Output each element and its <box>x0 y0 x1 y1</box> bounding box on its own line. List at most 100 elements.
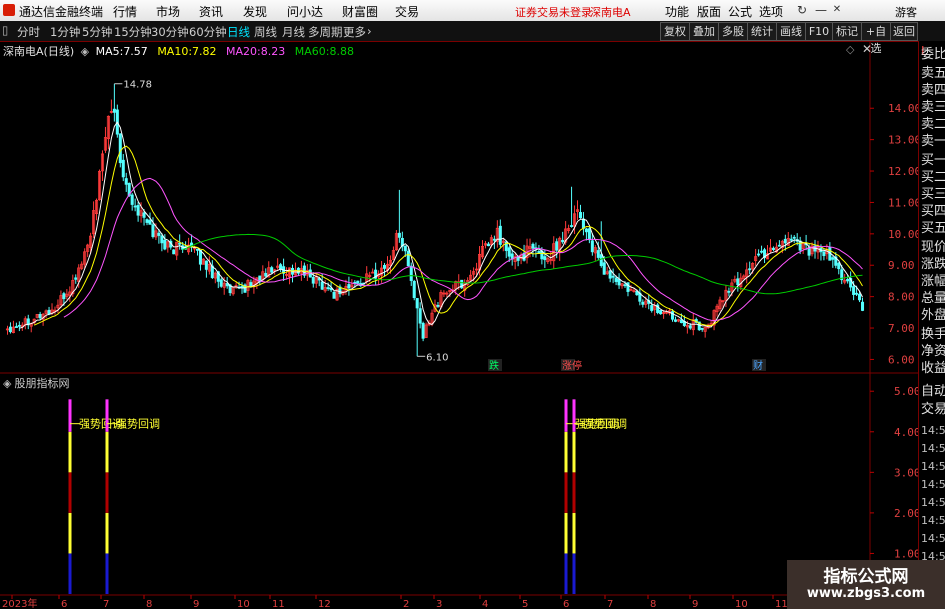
candle-body <box>151 224 155 237</box>
candle <box>561 231 565 244</box>
signal-label: 强势回调 <box>583 418 627 431</box>
side-label[interactable]: 交易 <box>921 401 945 418</box>
candle-body <box>561 239 565 243</box>
x-tick-label: 11 <box>272 599 285 609</box>
side-label: 买三 <box>921 187 945 202</box>
settings-icon[interactable]: ◈ <box>81 45 89 58</box>
signal-segment <box>105 472 109 513</box>
candle <box>736 271 740 292</box>
candle-body <box>383 265 387 269</box>
candle <box>201 258 205 265</box>
side-label[interactable]: 自动 <box>921 383 945 400</box>
trade-time: 14:56 <box>921 478 945 491</box>
candle <box>68 286 72 302</box>
chart-close-icon[interactable]: ✕ <box>862 42 872 56</box>
chart-stock-title: 深南电A(日线) <box>3 45 75 58</box>
candle <box>641 299 645 308</box>
candle <box>290 264 295 283</box>
candle <box>14 322 18 328</box>
signal-segment <box>572 512 576 554</box>
candle-body <box>783 238 787 244</box>
candle-body <box>356 280 360 284</box>
candle <box>86 243 90 257</box>
candle <box>35 314 39 319</box>
candle-body <box>614 277 618 282</box>
candle-body <box>748 268 752 271</box>
candle <box>445 291 449 297</box>
trade-time: 14:56 <box>921 514 945 527</box>
x-tick-label: 12 <box>318 599 331 609</box>
signal-segment <box>68 472 72 513</box>
y-tick-label: 7.00 <box>888 322 915 335</box>
side-label: 卖一 <box>921 134 945 149</box>
candle-body <box>837 262 841 270</box>
candle <box>80 261 84 271</box>
candle <box>578 204 583 219</box>
candle-body <box>148 220 152 225</box>
ma60-label: MA60: <box>294 45 330 58</box>
candle-body <box>771 247 775 250</box>
x-tick-label: 9 <box>692 599 698 609</box>
candle-body <box>121 159 125 178</box>
candle <box>771 246 775 252</box>
candle <box>302 262 306 278</box>
candle <box>486 241 490 247</box>
candle <box>715 303 719 317</box>
candle-body <box>641 301 645 305</box>
candle <box>733 275 737 284</box>
chart-settings-icon[interactable]: ◇ <box>846 43 854 56</box>
candle <box>213 271 217 284</box>
candle <box>513 253 517 270</box>
candle-body <box>219 279 223 287</box>
x-tick-label: 9 <box>193 599 199 609</box>
candle <box>712 309 716 331</box>
candle <box>400 231 404 252</box>
candle <box>768 239 773 254</box>
candle-body <box>492 238 496 241</box>
candle-body <box>403 245 407 252</box>
trade-time: 14:55 <box>921 424 945 437</box>
candle-body <box>332 291 336 299</box>
indicator-y-tick-label: 4.00 <box>894 426 921 439</box>
candle <box>112 83 116 122</box>
candle <box>480 240 485 260</box>
stock-chart[interactable]: 14.00 13.00 12.00 11.00 10.00 9.00 8.00 7.00 6.0… <box>0 0 945 609</box>
side-label: 卖二 <box>921 117 945 132</box>
candle-body <box>858 293 862 301</box>
side-label: 收益 <box>921 361 945 376</box>
candle-body <box>347 284 351 289</box>
candle-body <box>270 267 274 273</box>
candle <box>95 198 99 221</box>
signal-segment <box>68 512 72 554</box>
candle <box>495 220 499 248</box>
side-label: 卖三 <box>921 100 945 115</box>
candle-body <box>124 178 128 185</box>
y-tick-label: 6.00 <box>888 353 915 366</box>
candle-body <box>130 194 134 205</box>
candle <box>483 240 487 249</box>
candle <box>409 262 413 286</box>
indicator-y-tick-label: 3.00 <box>894 466 921 479</box>
candle <box>406 248 410 267</box>
candle-body <box>590 240 594 253</box>
candle-body <box>650 305 654 311</box>
signal-segment <box>68 431 72 473</box>
candle <box>279 262 283 273</box>
candle <box>570 186 574 228</box>
indicator-settings-icon[interactable]: ◈ <box>3 377 11 390</box>
candle <box>219 277 223 288</box>
candle-body <box>688 325 692 329</box>
ma60-line <box>182 233 863 295</box>
signal-segment <box>105 399 109 432</box>
candle-body <box>38 314 42 319</box>
candle-body <box>798 240 802 251</box>
candle <box>653 302 657 316</box>
x-tick-label: 2 <box>403 599 409 609</box>
candle <box>673 316 678 323</box>
candle <box>424 322 428 338</box>
candle <box>599 221 603 268</box>
signal-segment <box>105 512 109 554</box>
candle <box>264 268 268 278</box>
indicator-pane-header: ◈ 股朋指标网 <box>3 375 69 391</box>
candle <box>130 192 134 211</box>
